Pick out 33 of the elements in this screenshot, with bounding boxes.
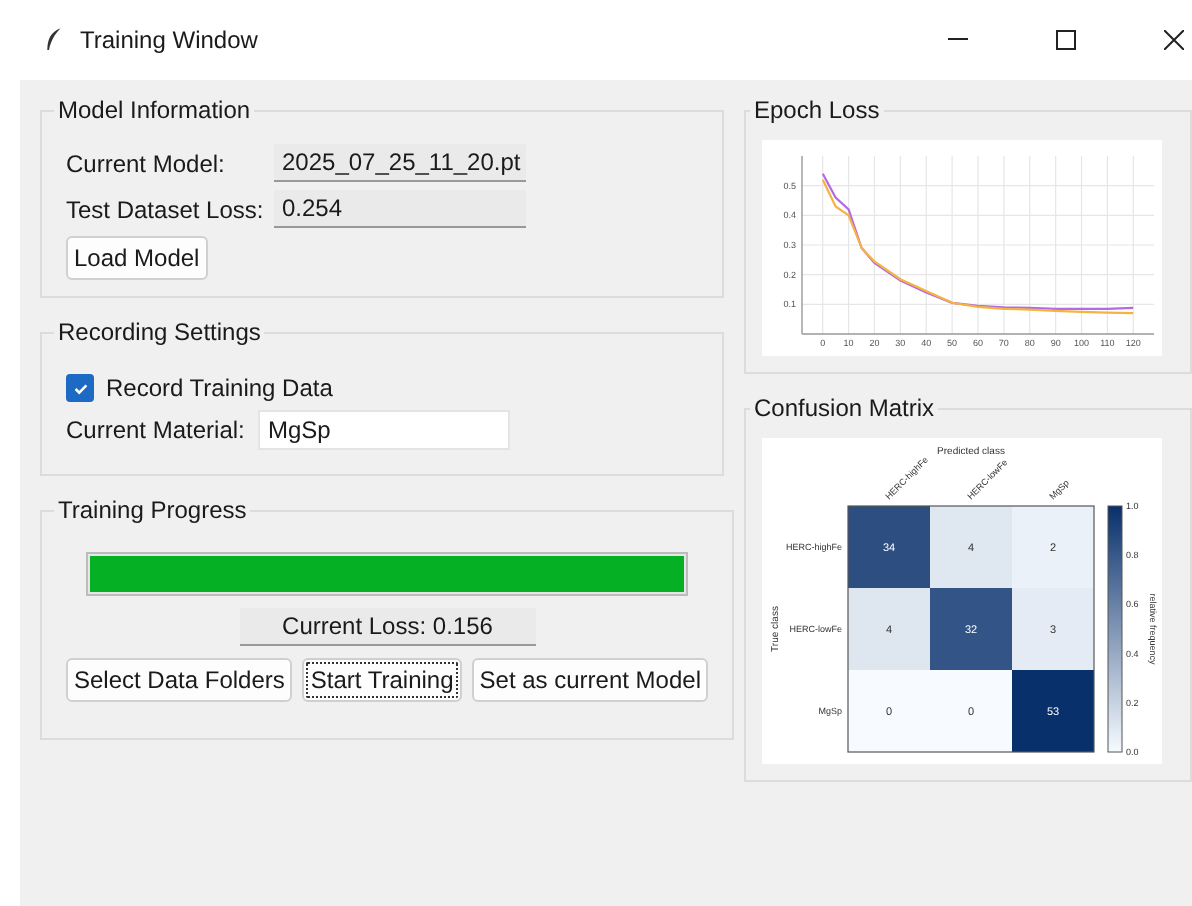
matrix-cell <box>1012 670 1094 752</box>
panel-title: Confusion Matrix <box>752 394 937 422</box>
field-label: Test Dataset Loss: <box>66 195 266 223</box>
window-title: Training Window <box>80 26 258 54</box>
matrix-cell <box>1012 506 1094 588</box>
minimize-icon[interactable] <box>948 38 968 42</box>
maximize-icon[interactable] <box>1056 30 1076 50</box>
field-label: Current Model: <box>66 149 227 177</box>
matrix-cell <box>848 670 930 752</box>
matrix-cell <box>1012 588 1094 670</box>
material-input-field[interactable]: MgSp <box>258 410 510 450</box>
field-label: Current Material: <box>66 416 247 444</box>
matrix-cell <box>848 506 930 588</box>
checkbox[interactable] <box>66 374 94 402</box>
current-loss-label: Current Loss: 0.156 <box>239 608 536 646</box>
action-button[interactable]: Select Data Folders <box>66 658 293 702</box>
load-model-button[interactable]: Load Model <box>66 236 208 280</box>
readonly-field: 2025_07_25_11_20.pt <box>274 144 526 182</box>
panel-title: Epoch Loss <box>752 96 882 124</box>
panel-title: Training Progress <box>56 496 249 524</box>
action-button[interactable]: Start Training <box>302 658 462 702</box>
checkbox-label: Record Training Data <box>106 374 333 402</box>
matrix-cell <box>848 588 930 670</box>
panel-title: Recording Settings <box>56 318 263 346</box>
panel-title: Model Information <box>56 96 253 124</box>
check-icon <box>71 379 89 397</box>
matrix-cell <box>930 670 1012 752</box>
matrix-cell <box>930 506 1012 588</box>
matrix-cell <box>930 588 1012 670</box>
close-icon[interactable] <box>1164 30 1184 50</box>
readonly-field: 0.254 <box>274 190 526 228</box>
feather-icon <box>44 26 64 54</box>
action-button[interactable]: Set as current Model <box>471 658 709 702</box>
